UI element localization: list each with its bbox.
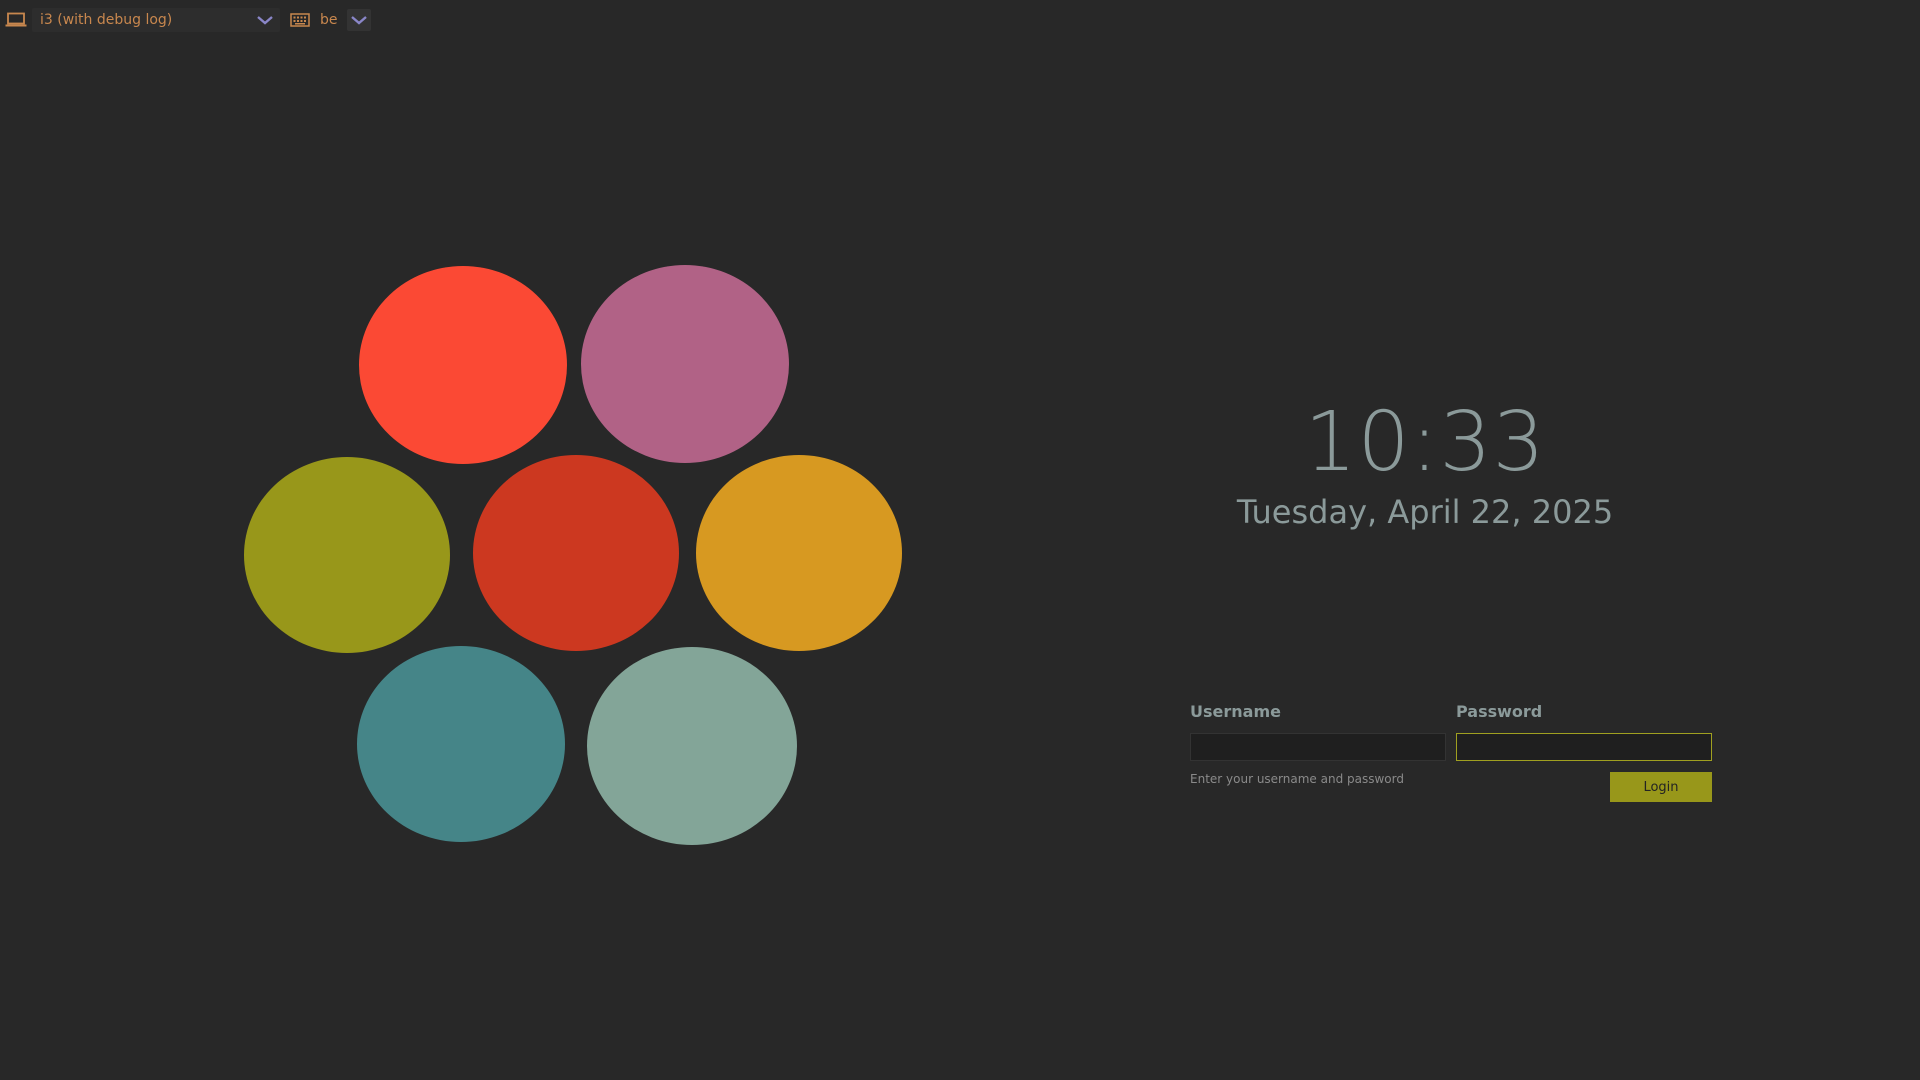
logo-circle-sage xyxy=(587,647,797,845)
clock-time: 10:33 xyxy=(1304,395,1546,490)
login-button[interactable]: Login xyxy=(1610,772,1712,802)
login-hint: Enter your username and password xyxy=(1190,772,1404,786)
logo xyxy=(244,265,902,845)
password-label: Password xyxy=(1456,702,1543,721)
username-label: Username xyxy=(1190,702,1281,721)
password-input[interactable] xyxy=(1456,733,1712,761)
logo-circle-purple xyxy=(581,265,789,463)
username-input[interactable] xyxy=(1190,733,1446,761)
logo-circle-orange xyxy=(696,455,902,651)
clock-date: Tuesday, April 22, 2025 xyxy=(1236,493,1614,531)
logo-circle-teal xyxy=(357,646,565,842)
logo-circle-olive xyxy=(244,457,450,653)
logo-circle-dark-red xyxy=(473,455,679,651)
logo-circle-red xyxy=(359,266,567,464)
